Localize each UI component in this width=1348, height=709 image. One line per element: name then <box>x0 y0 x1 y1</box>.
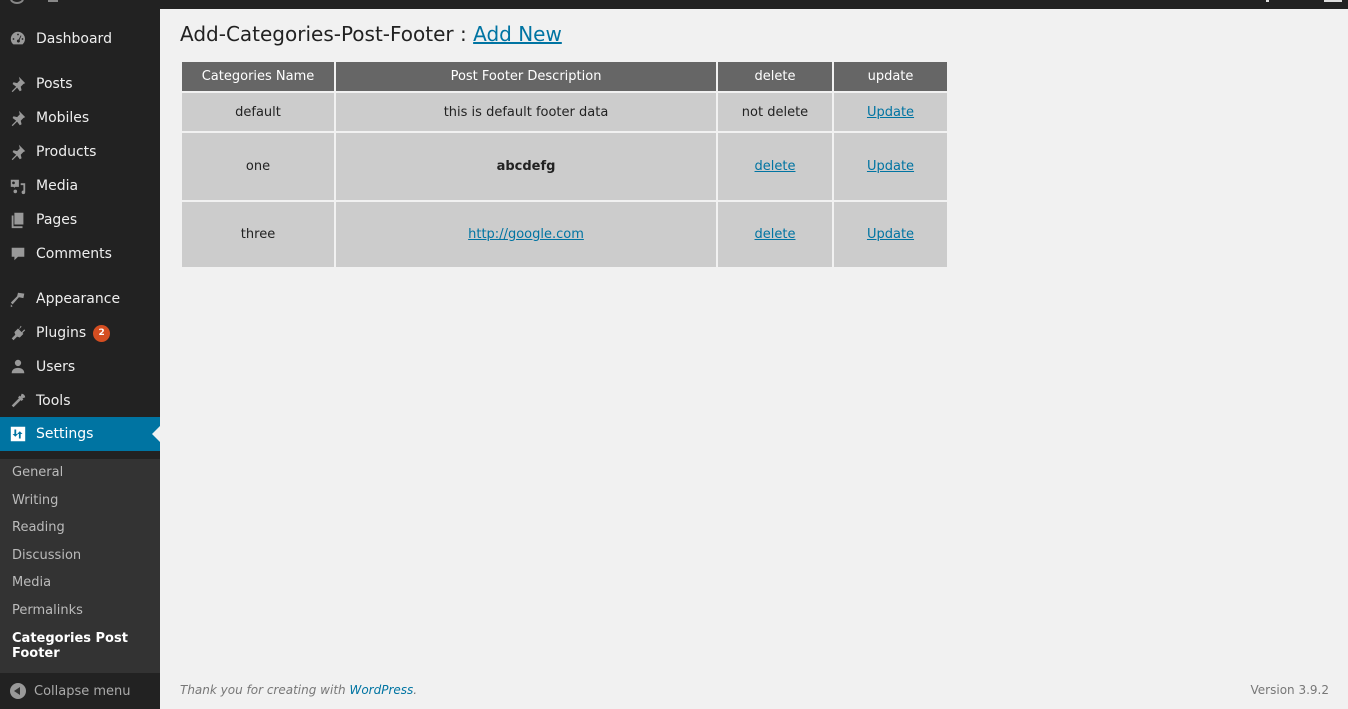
sidebar-item-users[interactable]: Users <box>0 350 160 384</box>
user-avatar[interactable] <box>1324 0 1342 2</box>
sidebar-item-label: Appearance <box>36 291 121 307</box>
update-cell: Update <box>834 93 947 131</box>
sidebar-item-plugins[interactable]: Plugins 2 <box>0 316 160 350</box>
delete-link[interactable]: delete <box>755 227 796 242</box>
update-link[interactable]: Update <box>867 105 914 120</box>
pin-icon <box>9 75 27 93</box>
delete-link[interactable]: delete <box>755 159 796 174</box>
categories-footer-table: Categories Name Post Footer Description … <box>180 60 949 269</box>
sidebar-item-settings[interactable]: Settings <box>0 417 160 451</box>
sidebar-item-label: Products <box>36 144 97 160</box>
plugins-update-badge: 2 <box>93 324 111 342</box>
update-link[interactable]: Update <box>867 227 914 242</box>
header-categories-name: Categories Name <box>182 62 334 91</box>
collapse-menu-label: Collapse menu <box>34 683 131 699</box>
submenu-item-general[interactable]: General <box>12 465 63 480</box>
submenu-item-categories-post-footer[interactable]: Categories Post Footer <box>12 631 132 661</box>
plugin-icon <box>9 324 27 342</box>
media-icon <box>9 177 27 195</box>
pin-icon <box>9 143 27 161</box>
submenu-item-permalinks[interactable]: Permalinks <box>12 603 83 618</box>
sidebar-item-label: Tools <box>36 393 71 409</box>
sidebar-item-pages[interactable]: Pages <box>0 203 160 237</box>
collapse-arrow-icon <box>10 683 26 699</box>
header-post-footer-description: Post Footer Description <box>336 62 716 91</box>
table-row: one abcdefg delete Update <box>182 133 947 200</box>
table-header-row: Categories Name Post Footer Description … <box>182 62 947 91</box>
delete-cell: delete <box>718 133 832 200</box>
category-name-cell: one <box>182 133 334 200</box>
site-icon[interactable] <box>48 0 58 2</box>
sidebar-item-label: Plugins <box>36 325 87 341</box>
settings-submenu: General Writing Reading Discussion Media… <box>0 459 160 674</box>
sidebar-item-label: Pages <box>36 212 78 228</box>
sidebar-item-appearance[interactable]: Appearance <box>0 282 160 316</box>
description-cell: http://google.com <box>336 202 716 267</box>
table-row: default this is default footer data not … <box>182 93 947 131</box>
add-new-link[interactable]: Add New <box>473 22 562 46</box>
sidebar-item-tools[interactable]: Tools <box>0 384 160 418</box>
footer-thanks-text: Thank you for creating with <box>180 683 346 697</box>
brush-icon <box>9 290 27 308</box>
sidebar-item-label: Posts <box>36 76 73 92</box>
description-cell: this is default footer data <box>336 93 716 131</box>
table-row: three http://google.com delete Update <box>182 202 947 267</box>
sidebar-item-label: Users <box>36 359 76 375</box>
page-title: Add-Categories-Post-Footer : Add New <box>180 22 562 46</box>
sidebar-item-label: Dashboard <box>36 31 112 47</box>
wrench-icon <box>9 392 27 410</box>
category-name-cell: default <box>182 93 334 131</box>
footer-thanks-suffix: . <box>413 683 418 697</box>
submenu-item-discussion[interactable]: Discussion <box>12 548 81 563</box>
footer-version: Version 3.9.2 <box>1250 683 1329 697</box>
sidebar-item-products[interactable]: Products <box>0 135 160 169</box>
collapse-menu-button[interactable]: Collapse menu <box>0 673 160 709</box>
sidebar-item-label: Settings <box>36 426 94 442</box>
wordpress-logo-icon[interactable] <box>10 0 24 4</box>
description-link[interactable]: http://google.com <box>468 227 584 242</box>
update-cell: Update <box>834 202 947 267</box>
user-icon <box>9 358 27 376</box>
delete-cell-text: not delete <box>718 93 832 131</box>
description-cell: abcdefg <box>336 133 716 200</box>
wordpress-link[interactable]: WordPress <box>349 683 413 697</box>
sidebar-item-mobiles[interactable]: Mobiles <box>0 101 160 135</box>
dashboard-icon <box>9 30 27 48</box>
pin-icon <box>9 109 27 127</box>
submenu-item-reading[interactable]: Reading <box>12 520 65 535</box>
sidebar-item-dashboard[interactable]: Dashboard <box>0 22 160 56</box>
sidebar-item-label: Media <box>36 178 79 194</box>
sidebar-item-posts[interactable]: Posts <box>0 67 160 101</box>
page-title-text: Add-Categories-Post-Footer : <box>180 22 467 46</box>
admin-bar-item[interactable] <box>1266 0 1269 2</box>
sidebar-item-media[interactable]: Media <box>0 169 160 203</box>
pages-icon <box>9 211 27 229</box>
header-update: update <box>834 62 947 91</box>
footer-thanks: Thank you for creating with WordPress. <box>180 683 417 697</box>
settings-icon <box>9 425 27 443</box>
category-name-cell: three <box>182 202 334 267</box>
sidebar-item-label: Mobiles <box>36 110 90 126</box>
comment-icon <box>9 245 27 263</box>
update-cell: Update <box>834 133 947 200</box>
update-link[interactable]: Update <box>867 159 914 174</box>
admin-bar <box>0 0 1348 9</box>
sidebar-item-comments[interactable]: Comments <box>0 237 160 271</box>
submenu-item-writing[interactable]: Writing <box>12 493 58 508</box>
header-delete: delete <box>718 62 832 91</box>
admin-sidebar: Dashboard Posts Mobiles Products Media P… <box>0 9 160 709</box>
submenu-item-media[interactable]: Media <box>12 575 51 590</box>
delete-cell: delete <box>718 202 832 267</box>
sidebar-item-label: Comments <box>36 246 112 262</box>
